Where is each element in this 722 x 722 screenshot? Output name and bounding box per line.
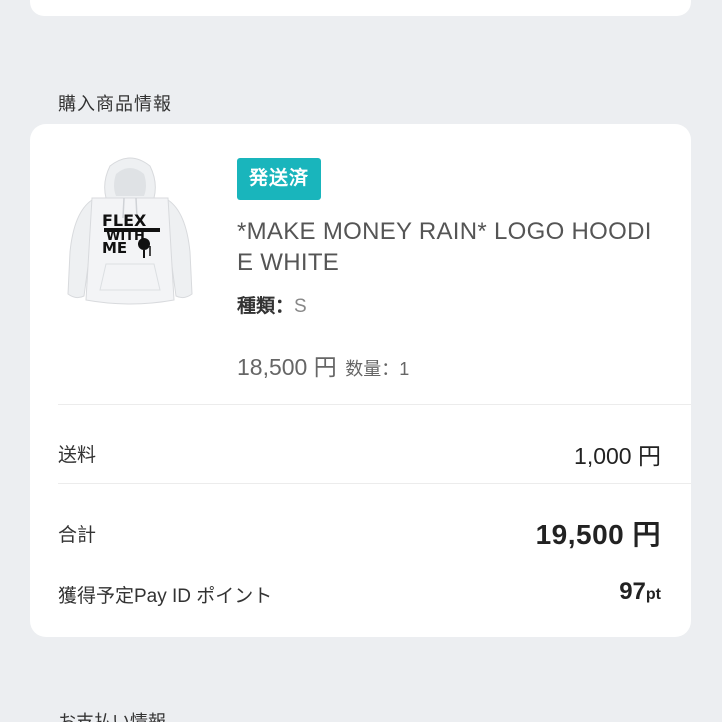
total-value: 19,500 円 bbox=[535, 519, 661, 550]
previous-card bbox=[30, 0, 691, 16]
product-price-row: 18,500 円 数量：1 bbox=[237, 348, 409, 382]
points-number: 97 bbox=[619, 578, 646, 605]
product-price: 18,500 円 bbox=[237, 354, 337, 380]
section-heading-purchased-items: 購入商品情報 bbox=[58, 94, 172, 114]
points-value: 97pt bbox=[619, 578, 661, 606]
points-label: 獲得予定Pay ID ポイント bbox=[58, 586, 273, 607]
product-quantity: 数量：1 bbox=[345, 359, 410, 379]
product-name[interactable]: *MAKE MONEY RAIN* LOGO HOODIE WHITE bbox=[237, 216, 667, 278]
shipping-label: 送料 bbox=[58, 445, 97, 466]
variant-label: 種類： bbox=[237, 296, 295, 317]
product-variant: 種類：S bbox=[237, 291, 307, 318]
divider bbox=[58, 404, 691, 405]
hoodie-print-line-1: FLEX bbox=[102, 211, 147, 230]
variant-value: S bbox=[294, 296, 307, 317]
total-label: 合計 bbox=[58, 525, 97, 546]
product-image[interactable]: FLEX WITH ME bbox=[60, 152, 200, 312]
divider bbox=[58, 483, 691, 484]
shipped-status-badge: 発送済 bbox=[237, 158, 322, 200]
hoodie-print-line-3: ME bbox=[102, 239, 127, 257]
section-heading-payment-wrap: お支払い情報 bbox=[58, 708, 166, 722]
section-heading-payment: お支払い情報 bbox=[58, 712, 166, 722]
shipping-value: 1,000 円 bbox=[574, 443, 661, 469]
points-unit: pt bbox=[645, 586, 661, 603]
hoodie-image: FLEX WITH ME bbox=[67, 157, 193, 305]
purchased-items-card: FLEX WITH ME 発送済 *MAKE MONEY RAIN* LOGO … bbox=[30, 124, 691, 637]
